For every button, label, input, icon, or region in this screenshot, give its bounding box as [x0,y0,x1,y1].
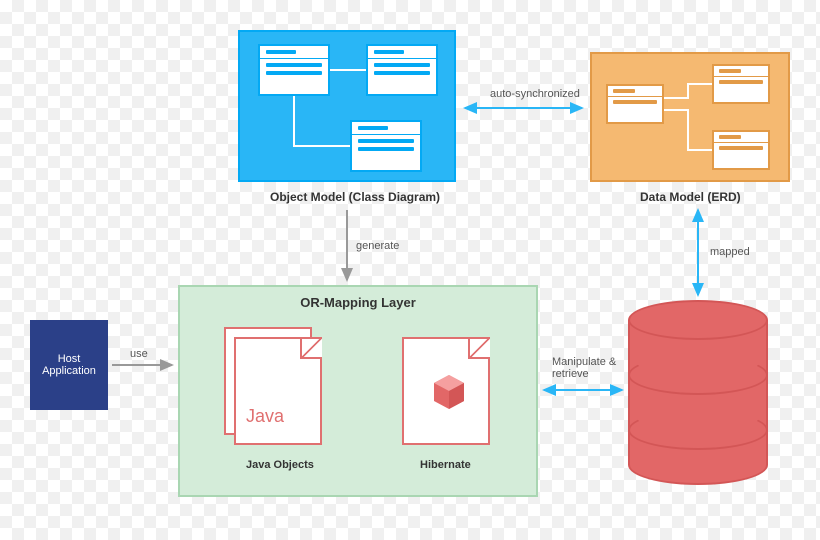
or-mapping-layer: OR-Mapping Layer Java Java Objects Hiber… [178,285,538,497]
java-objects-label: Java Objects [246,459,314,471]
host-app-label: Host Application [34,353,104,377]
hibernate-label: Hibernate [420,459,471,471]
table-connectors [592,54,792,184]
or-layer-title: OR-Mapping Layer [180,295,536,310]
java-badge: Java [246,406,284,427]
cube-icon [434,375,464,409]
class-connectors [240,32,458,184]
mapped-label: mapped [710,246,750,258]
manipulate-label: Manipulate & retrieve [552,356,622,380]
database-icon [628,300,768,490]
data-model-panel [590,52,790,182]
data-model-caption: Data Model (ERD) [640,190,741,204]
java-file-icon: Java [234,337,322,445]
generate-label: generate [356,240,399,252]
auto-sync-label: auto-synchronized [490,88,580,100]
hibernate-file-icon [402,337,490,445]
use-label: use [130,348,148,360]
object-model-panel [238,30,456,182]
host-application: Host Application [30,320,108,410]
object-model-caption: Object Model (Class Diagram) [270,190,440,204]
